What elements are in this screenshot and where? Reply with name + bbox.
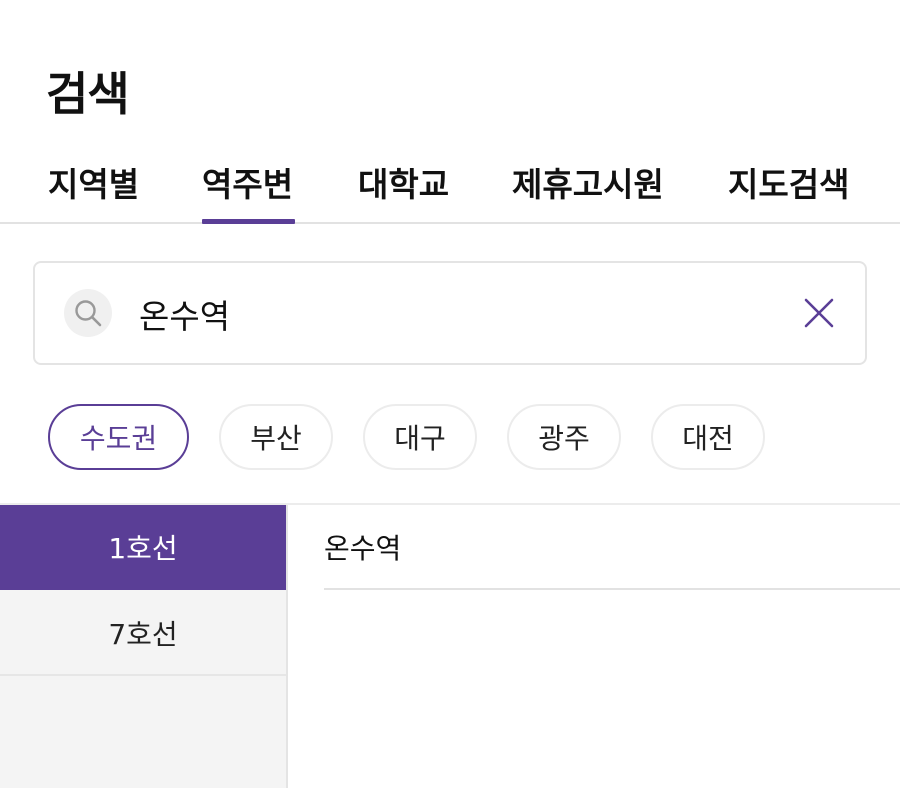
line-item-1[interactable]: 1호선 — [0, 505, 286, 590]
tab-map-search[interactable]: 지도검색 — [728, 158, 849, 222]
search-box — [33, 261, 867, 365]
tab-near-station[interactable]: 역주변 — [202, 158, 295, 224]
search-icon — [64, 289, 112, 337]
search-page: 검색 지역별 역주변 대학교 제휴고시원 지도검색 수도권 부산 대구 광주 대… — [0, 0, 900, 788]
tab-university[interactable]: 대학교 — [358, 158, 449, 222]
region-chip-gwangju[interactable]: 광주 — [507, 404, 621, 470]
line-item-7[interactable]: 7호선 — [0, 591, 286, 676]
tab-by-region[interactable]: 지역별 — [48, 158, 139, 222]
tab-bar: 지역별 역주변 대학교 제휴고시원 지도검색 — [0, 148, 900, 224]
page-title: 검색 — [46, 67, 130, 121]
region-chip-daegu[interactable]: 대구 — [363, 404, 477, 470]
close-icon[interactable] — [799, 293, 839, 333]
subway-line-list: 1호선 7호선 — [0, 505, 288, 788]
search-input[interactable] — [139, 287, 779, 341]
tab-partner-gosiwon[interactable]: 제휴고시원 — [512, 158, 664, 222]
station-item[interactable]: 온수역 — [324, 505, 900, 590]
region-chip-daejeon[interactable]: 대전 — [651, 404, 765, 470]
region-chip-busan[interactable]: 부산 — [219, 404, 333, 470]
region-chip-capital-area[interactable]: 수도권 — [48, 404, 189, 470]
